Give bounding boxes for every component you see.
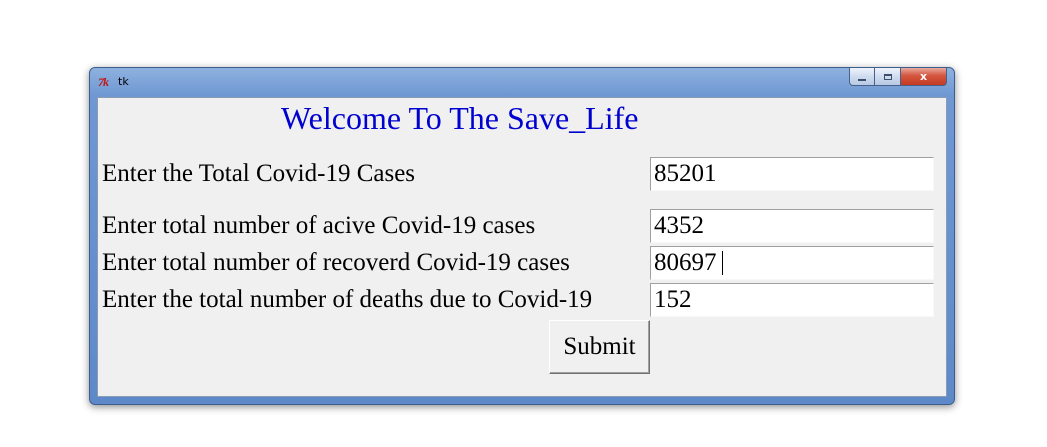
deaths-input[interactable] bbox=[650, 283, 934, 317]
recovered-cases-label: Enter total number of recoverd Covid-19 … bbox=[102, 249, 570, 276]
total-cases-input[interactable] bbox=[650, 157, 934, 191]
maximize-button[interactable] bbox=[875, 68, 901, 86]
caption-buttons: x bbox=[849, 68, 947, 87]
app-window: 7k tk x Welcome To The Save_Life Enter t… bbox=[89, 67, 955, 405]
minimize-button[interactable] bbox=[849, 68, 875, 86]
maximize-icon bbox=[883, 73, 892, 80]
page-title: Welcome To The Save_Life bbox=[281, 100, 639, 136]
close-button[interactable]: x bbox=[901, 68, 947, 86]
deaths-label: Enter the total number of deaths due to … bbox=[102, 286, 593, 313]
total-cases-label: Enter the Total Covid-19 Cases bbox=[102, 160, 416, 187]
title-bar[interactable]: 7k tk x bbox=[90, 68, 954, 96]
active-cases-label: Enter total number of acive Covid-19 cas… bbox=[102, 212, 536, 239]
window-title: tk bbox=[118, 75, 129, 88]
submit-button[interactable]: Submit bbox=[549, 320, 650, 374]
close-icon: x bbox=[919, 70, 928, 83]
tk-feather-icon: 7k bbox=[98, 75, 109, 89]
minimize-icon bbox=[858, 78, 866, 81]
text-cursor bbox=[722, 251, 723, 275]
client-area: Welcome To The Save_Life Enter the Total… bbox=[97, 97, 947, 397]
recovered-cases-input[interactable] bbox=[650, 246, 934, 280]
active-cases-input[interactable] bbox=[650, 209, 934, 243]
